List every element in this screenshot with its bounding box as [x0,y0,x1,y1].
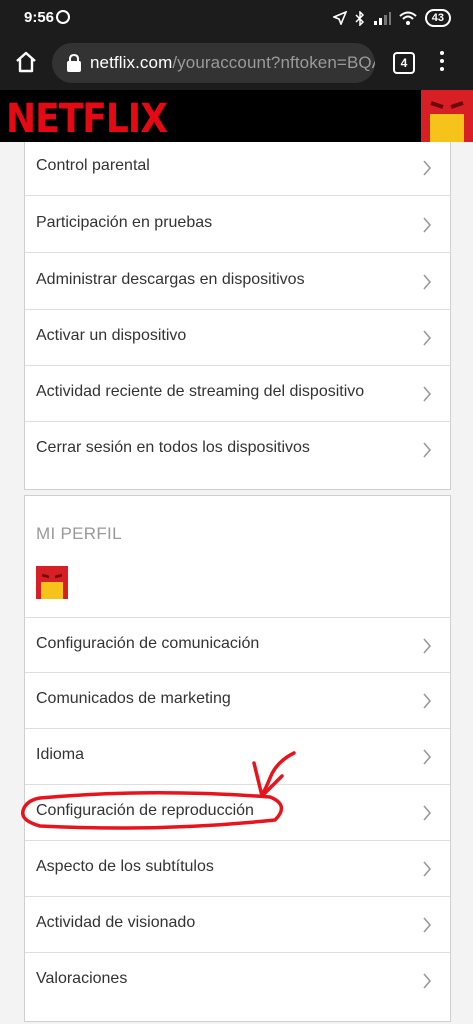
chevron-right-icon [423,330,432,346]
profile-card: MI PERFIL Configuración de comunicación … [24,495,451,1022]
status-bar: 9:56 43 [0,0,473,36]
row-label: Actividad de visionado [36,914,196,931]
chevron-right-icon [423,217,432,233]
url-path: /youraccount?nftoken=BQA [172,53,375,72]
chevron-right-icon [423,693,432,709]
row-configuracion-comunicacion[interactable]: Configuración de comunicación [25,617,450,673]
row-valoraciones[interactable]: Valoraciones [25,953,450,1009]
status-time: 9:56 [24,9,55,26]
chevron-right-icon [423,861,432,877]
row-comunicados-marketing[interactable]: Comunicados de marketing [25,673,450,729]
address-bar[interactable]: netflix.com/youraccount?nftoken=BQA [52,43,375,83]
chevron-right-icon [423,805,432,821]
alarm-icon [56,10,70,24]
chevron-right-icon [423,274,432,290]
row-label: Control parental [36,157,150,174]
browser-menu-icon[interactable] [437,51,447,75]
chevron-right-icon [423,917,432,933]
chevron-right-icon [423,973,432,989]
row-label: Idioma [36,746,85,763]
battery-indicator: 43 [424,9,451,27]
browser-toolbar: netflix.com/youraccount?nftoken=BQA 4 [0,36,473,90]
row-label: Activar un dispositivo [36,327,187,344]
signal-icon [373,12,391,25]
account-settings-card: Control parental Participación en prueba… [24,130,451,490]
row-aspecto-subtitulos[interactable]: Aspecto de los subtítulos [25,841,450,897]
row-label: Comunicados de marketing [36,690,231,707]
avatar-face-icon [421,90,473,142]
row-label: Configuración de comunicación [36,635,260,652]
row-configuracion-reproduccion[interactable]: Configuración de reproducción [25,785,450,841]
row-participacion-pruebas[interactable]: Participación en pruebas [25,197,450,253]
row-label: Administrar descargas en dispositivos [36,271,305,288]
chevron-right-icon [423,442,432,458]
row-activar-dispositivo[interactable]: Activar un dispositivo [25,310,450,366]
tab-switcher-button[interactable]: 4 [393,52,415,74]
netflix-logo[interactable]: NETFLIX [6,96,168,142]
url-host: netflix.com [90,53,173,72]
wifi-icon [399,11,417,25]
profile-avatar[interactable] [36,566,68,599]
row-actividad-visionado[interactable]: Actividad de visionado [25,897,450,953]
status-icons: 43 [332,9,451,27]
location-arrow-icon [332,11,347,25]
url-text: netflix.com/youraccount?nftoken=BQA [90,53,375,73]
chevron-right-icon [423,386,432,402]
section-title: MI PERFIL [36,524,122,543]
row-label: Cerrar sesión en todos los dispositivos [36,439,310,456]
row-label: Actividad reciente de streaming del disp… [36,383,365,400]
row-actividad-streaming[interactable]: Actividad reciente de streaming del disp… [25,366,450,422]
row-label: Aspecto de los subtítulos [36,858,214,875]
avatar-face-icon [36,566,68,599]
chevron-right-icon [423,160,432,176]
row-administrar-descargas[interactable]: Administrar descargas en dispositivos [25,254,450,310]
row-label: Participación en pruebas [36,214,213,231]
chevron-right-icon [423,749,432,765]
row-label: Valoraciones [36,970,128,987]
row-idioma[interactable]: Idioma [25,729,450,785]
chevron-right-icon [423,638,432,654]
header-profile-avatar[interactable] [421,90,473,142]
lock-icon [67,54,81,72]
row-control-parental[interactable]: Control parental [25,140,450,196]
netflix-header: NETFLIX [0,90,473,142]
bluetooth-icon [355,10,364,26]
row-cerrar-sesion[interactable]: Cerrar sesión en todos los dispositivos [25,422,450,478]
row-label: Configuración de reproducción [36,802,254,819]
home-icon[interactable] [12,48,40,76]
